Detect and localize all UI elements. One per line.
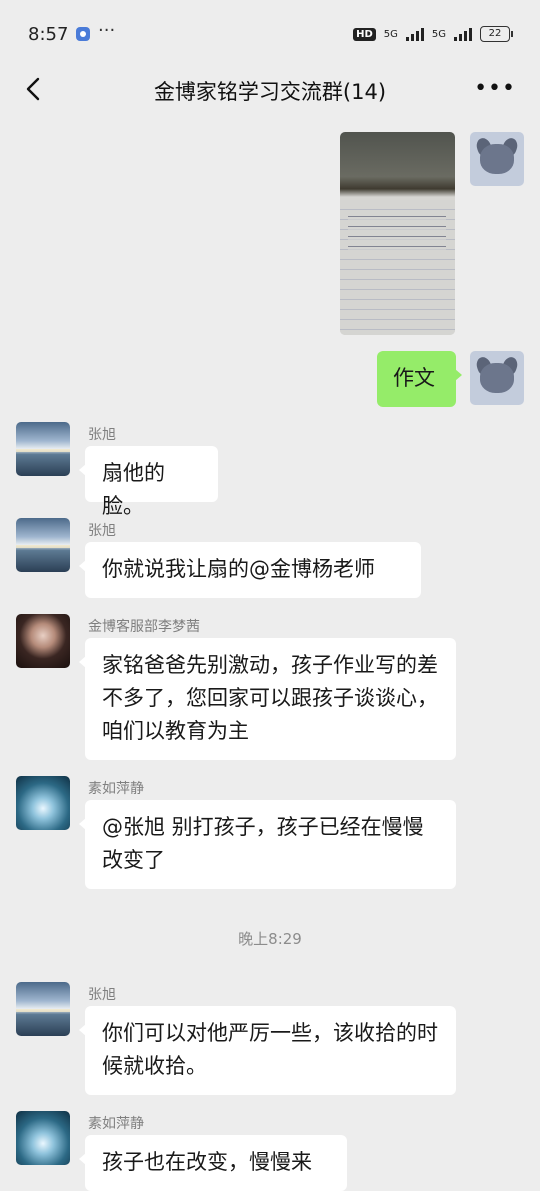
sender-name: 素如萍静	[88, 781, 144, 797]
time-divider: 晚上8:29	[238, 930, 302, 948]
signal-1-icon	[405, 27, 424, 41]
avatar-limengqian[interactable]	[16, 614, 70, 668]
more-icon[interactable]: •••	[474, 76, 516, 101]
signal-2-icon	[454, 27, 472, 41]
chat-title: 金博家铭学习交流群(14)	[153, 80, 387, 104]
sender-name: 张旭	[88, 987, 116, 1003]
hd-voice-icon: HD	[353, 27, 376, 41]
sender-name: 张旭	[88, 427, 116, 443]
more-notifications-icon: ···	[98, 20, 116, 41]
message-bubble[interactable]: 扇他的脸。	[79, 446, 218, 518]
avatar-zhangxu[interactable]	[16, 982, 70, 1036]
status-bar: 8:57 ··· HD 5G 5G 22	[0, 0, 540, 62]
message-bubble-sent[interactable]: 作文	[377, 351, 462, 407]
my-avatar[interactable]	[470, 351, 524, 405]
app-notification-icon	[76, 27, 90, 41]
avatar-suruping[interactable]	[16, 1111, 70, 1165]
avatar-suruping[interactable]	[16, 776, 70, 830]
my-avatar[interactable]	[470, 132, 524, 186]
message-bubble[interactable]: 你们可以对他严厉一些，该收拾的时候就收拾。	[79, 1006, 456, 1095]
avatar-zhangxu[interactable]	[16, 422, 70, 476]
message-bubble[interactable]: 你就说我让扇的@金博杨老师	[79, 542, 421, 598]
message-bubble[interactable]: @张旭 别打孩子，孩子已经在慢慢改变了	[79, 800, 456, 889]
sender-name: 张旭	[88, 523, 116, 539]
network-1-label: 5G	[383, 28, 398, 40]
message-bubble[interactable]: 家铭爸爸先别激动，孩子作业写的差不多了，您回家可以跟孩子谈谈心，咱们以教育为主	[79, 638, 456, 760]
battery-icon: 22	[480, 26, 513, 42]
avatar-zhangxu[interactable]	[16, 518, 70, 572]
sent-image[interactable]	[340, 132, 455, 335]
network-2-label: 5G	[431, 28, 446, 40]
message-bubble[interactable]: 孩子也在改变，慢慢来	[79, 1135, 347, 1191]
chat-header: 金博家铭学习交流群(14) •••	[0, 62, 540, 120]
status-indicators: HD 5G 5G 22	[353, 26, 513, 42]
sender-name: 金博客服部李梦茜	[88, 619, 200, 635]
status-time: 8:57	[28, 24, 69, 45]
sender-name: 素如萍静	[88, 1116, 144, 1132]
